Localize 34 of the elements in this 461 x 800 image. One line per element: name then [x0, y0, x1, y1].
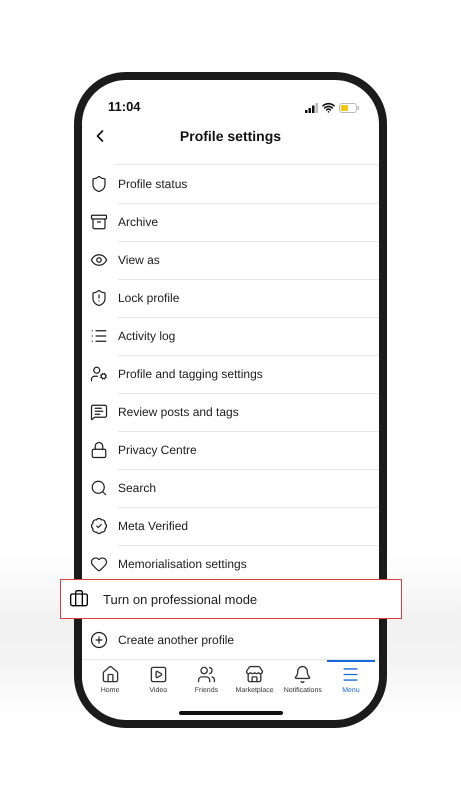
- plus-circle-icon: [90, 631, 108, 649]
- status-time: 11:04: [108, 99, 141, 114]
- list-icon: [90, 327, 108, 345]
- lock-icon: [90, 441, 108, 459]
- settings-item[interactable]: Privacy Centre: [82, 431, 379, 469]
- friends-icon: [196, 665, 216, 684]
- settings-item[interactable]: Review posts and tags: [82, 393, 379, 431]
- highlighted-item[interactable]: Turn on professional mode: [60, 579, 402, 619]
- user-gear-icon: [90, 365, 108, 383]
- video-icon: [148, 665, 168, 684]
- wifi-icon: [322, 101, 335, 114]
- settings-item[interactable]: View as: [82, 241, 379, 279]
- settings-item[interactable]: Profile and tagging settings: [82, 355, 379, 393]
- bell-icon: [293, 665, 312, 684]
- page-title: Profile settings: [180, 128, 282, 144]
- settings-item[interactable]: Lock profile: [82, 279, 379, 317]
- signal-icon: [305, 102, 318, 112]
- settings-item[interactable]: Archive: [82, 203, 379, 241]
- archive-box-icon: [90, 213, 108, 231]
- briefcase-icon: [69, 589, 89, 609]
- store-icon: [245, 665, 264, 684]
- search-icon: [90, 479, 108, 497]
- settings-item[interactable]: Meta Verified: [82, 507, 379, 545]
- settings-item[interactable]: Profile status: [82, 165, 379, 203]
- shield-alert-icon: [90, 289, 108, 307]
- shield-icon: [90, 175, 108, 193]
- battery-icon: [339, 102, 359, 112]
- badge-check-icon: [90, 517, 108, 535]
- heart-icon: [90, 555, 108, 573]
- eye-icon: [90, 251, 108, 269]
- settings-item[interactable]: Activity log: [82, 317, 379, 355]
- message-icon: [90, 403, 108, 421]
- settings-item[interactable]: Search: [82, 469, 379, 507]
- home-icon: [100, 665, 120, 684]
